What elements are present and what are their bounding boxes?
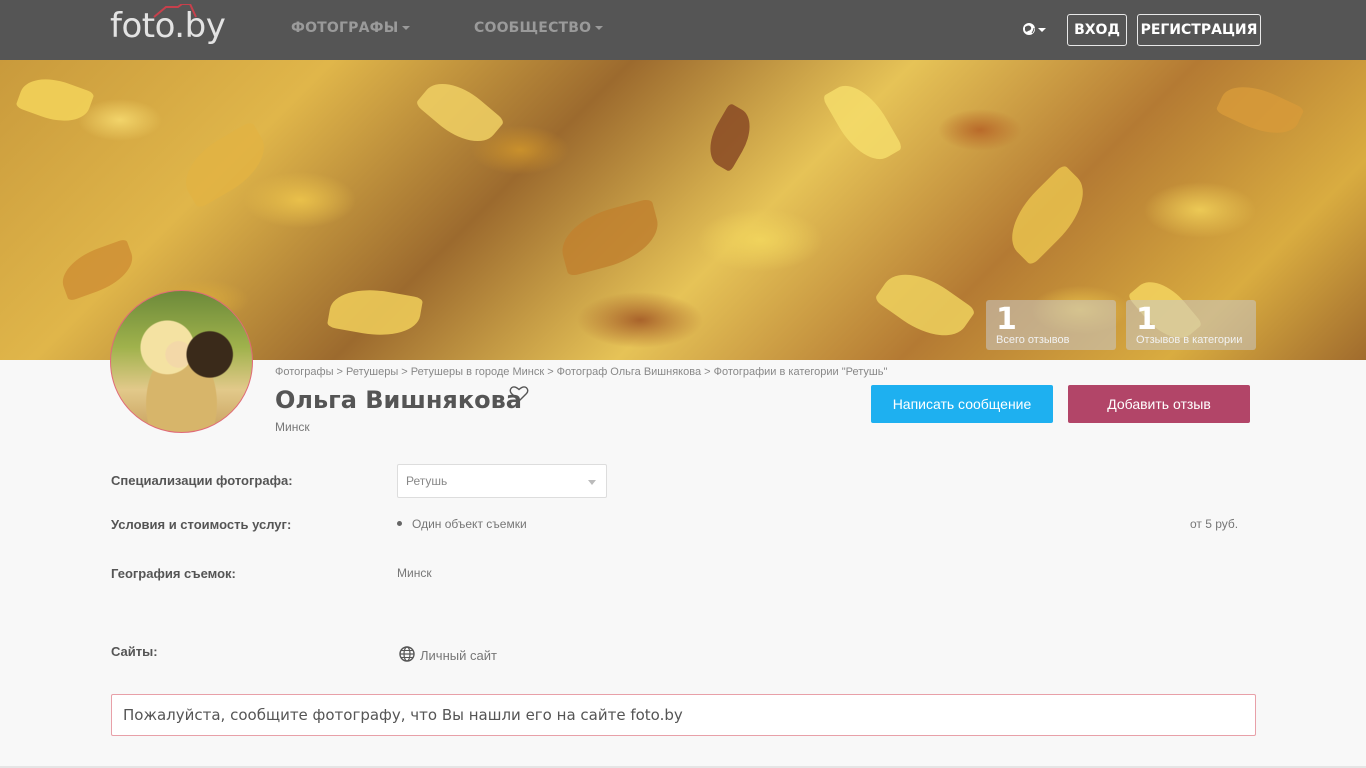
nav-community-label: СООБЩЕСТВО bbox=[474, 20, 592, 36]
stat-total-reviews-label: Всего отзывов bbox=[996, 334, 1070, 346]
leaf-decoration bbox=[554, 197, 666, 278]
caret-down-icon bbox=[402, 26, 411, 30]
terms-label: Условия и стоимость услуг: bbox=[111, 517, 292, 532]
write-message-button[interactable]: Написать сообщение bbox=[871, 385, 1053, 423]
caret-down-icon bbox=[595, 26, 604, 30]
leaf-decoration bbox=[173, 120, 277, 210]
notice-box: Пожалуйста, сообщите фотографу, что Вы н… bbox=[111, 694, 1256, 736]
avatar[interactable] bbox=[110, 290, 253, 433]
bullet-icon bbox=[397, 521, 402, 526]
nav-community[interactable]: СООБЩЕСТВО bbox=[474, 20, 604, 36]
nav-photographers[interactable]: ФОТОГРАФЫ bbox=[291, 20, 411, 36]
leaf-decoration bbox=[1215, 74, 1305, 146]
web-globe-icon bbox=[399, 646, 415, 662]
geography-value: Минск bbox=[397, 566, 432, 580]
leaf-decoration bbox=[996, 163, 1099, 267]
chevron-down-icon bbox=[588, 480, 596, 485]
camera-roof-icon bbox=[153, 4, 197, 18]
leaf-decoration bbox=[55, 238, 140, 302]
specialization-value: Ретушь bbox=[406, 474, 448, 488]
sites-label: Сайты: bbox=[111, 644, 158, 659]
language-globe-icon[interactable] bbox=[1022, 21, 1048, 39]
photographer-name: Ольга Вишнякова bbox=[275, 386, 522, 414]
terms-item: Один объект съемки bbox=[412, 517, 527, 531]
leaf-decoration bbox=[873, 258, 977, 352]
specialization-label: Специализации фотографа: bbox=[111, 473, 293, 488]
leaf-decoration bbox=[821, 74, 904, 171]
leaf-decoration bbox=[15, 69, 95, 131]
specialization-select[interactable]: Ретушь bbox=[397, 464, 607, 498]
stat-category-reviews: 1 Отзывов в категории bbox=[1126, 300, 1256, 350]
top-navbar: foto.by ФОТОГРАФЫ СООБЩЕСТВО ВХОД РЕГИСТ… bbox=[0, 0, 1366, 60]
stat-total-reviews-count: 1 bbox=[996, 302, 1017, 337]
leaf-decoration bbox=[326, 282, 424, 343]
personal-site-link[interactable]: Личный сайт bbox=[420, 648, 497, 663]
site-logo[interactable]: foto.by bbox=[110, 4, 226, 46]
add-review-button[interactable]: Добавить отзыв bbox=[1068, 385, 1250, 423]
stat-category-reviews-label: Отзывов в категории bbox=[1136, 334, 1243, 346]
leaf-decoration bbox=[699, 102, 761, 173]
terms-price: от 5 руб. bbox=[1190, 517, 1239, 531]
stat-category-reviews-count: 1 bbox=[1136, 302, 1157, 337]
nav-photographers-label: ФОТОГРАФЫ bbox=[291, 20, 399, 36]
geography-label: География съемок: bbox=[111, 566, 236, 581]
login-button[interactable]: ВХОД bbox=[1067, 14, 1127, 46]
stat-total-reviews: 1 Всего отзывов bbox=[986, 300, 1116, 350]
register-button[interactable]: РЕГИСТРАЦИЯ bbox=[1137, 14, 1261, 46]
breadcrumb[interactable]: Фотографы > Ретушеры > Ретушеры в городе… bbox=[275, 366, 887, 378]
photographer-city: Минск bbox=[275, 420, 310, 434]
heart-icon[interactable] bbox=[509, 385, 529, 403]
leaf-decoration bbox=[414, 69, 506, 156]
